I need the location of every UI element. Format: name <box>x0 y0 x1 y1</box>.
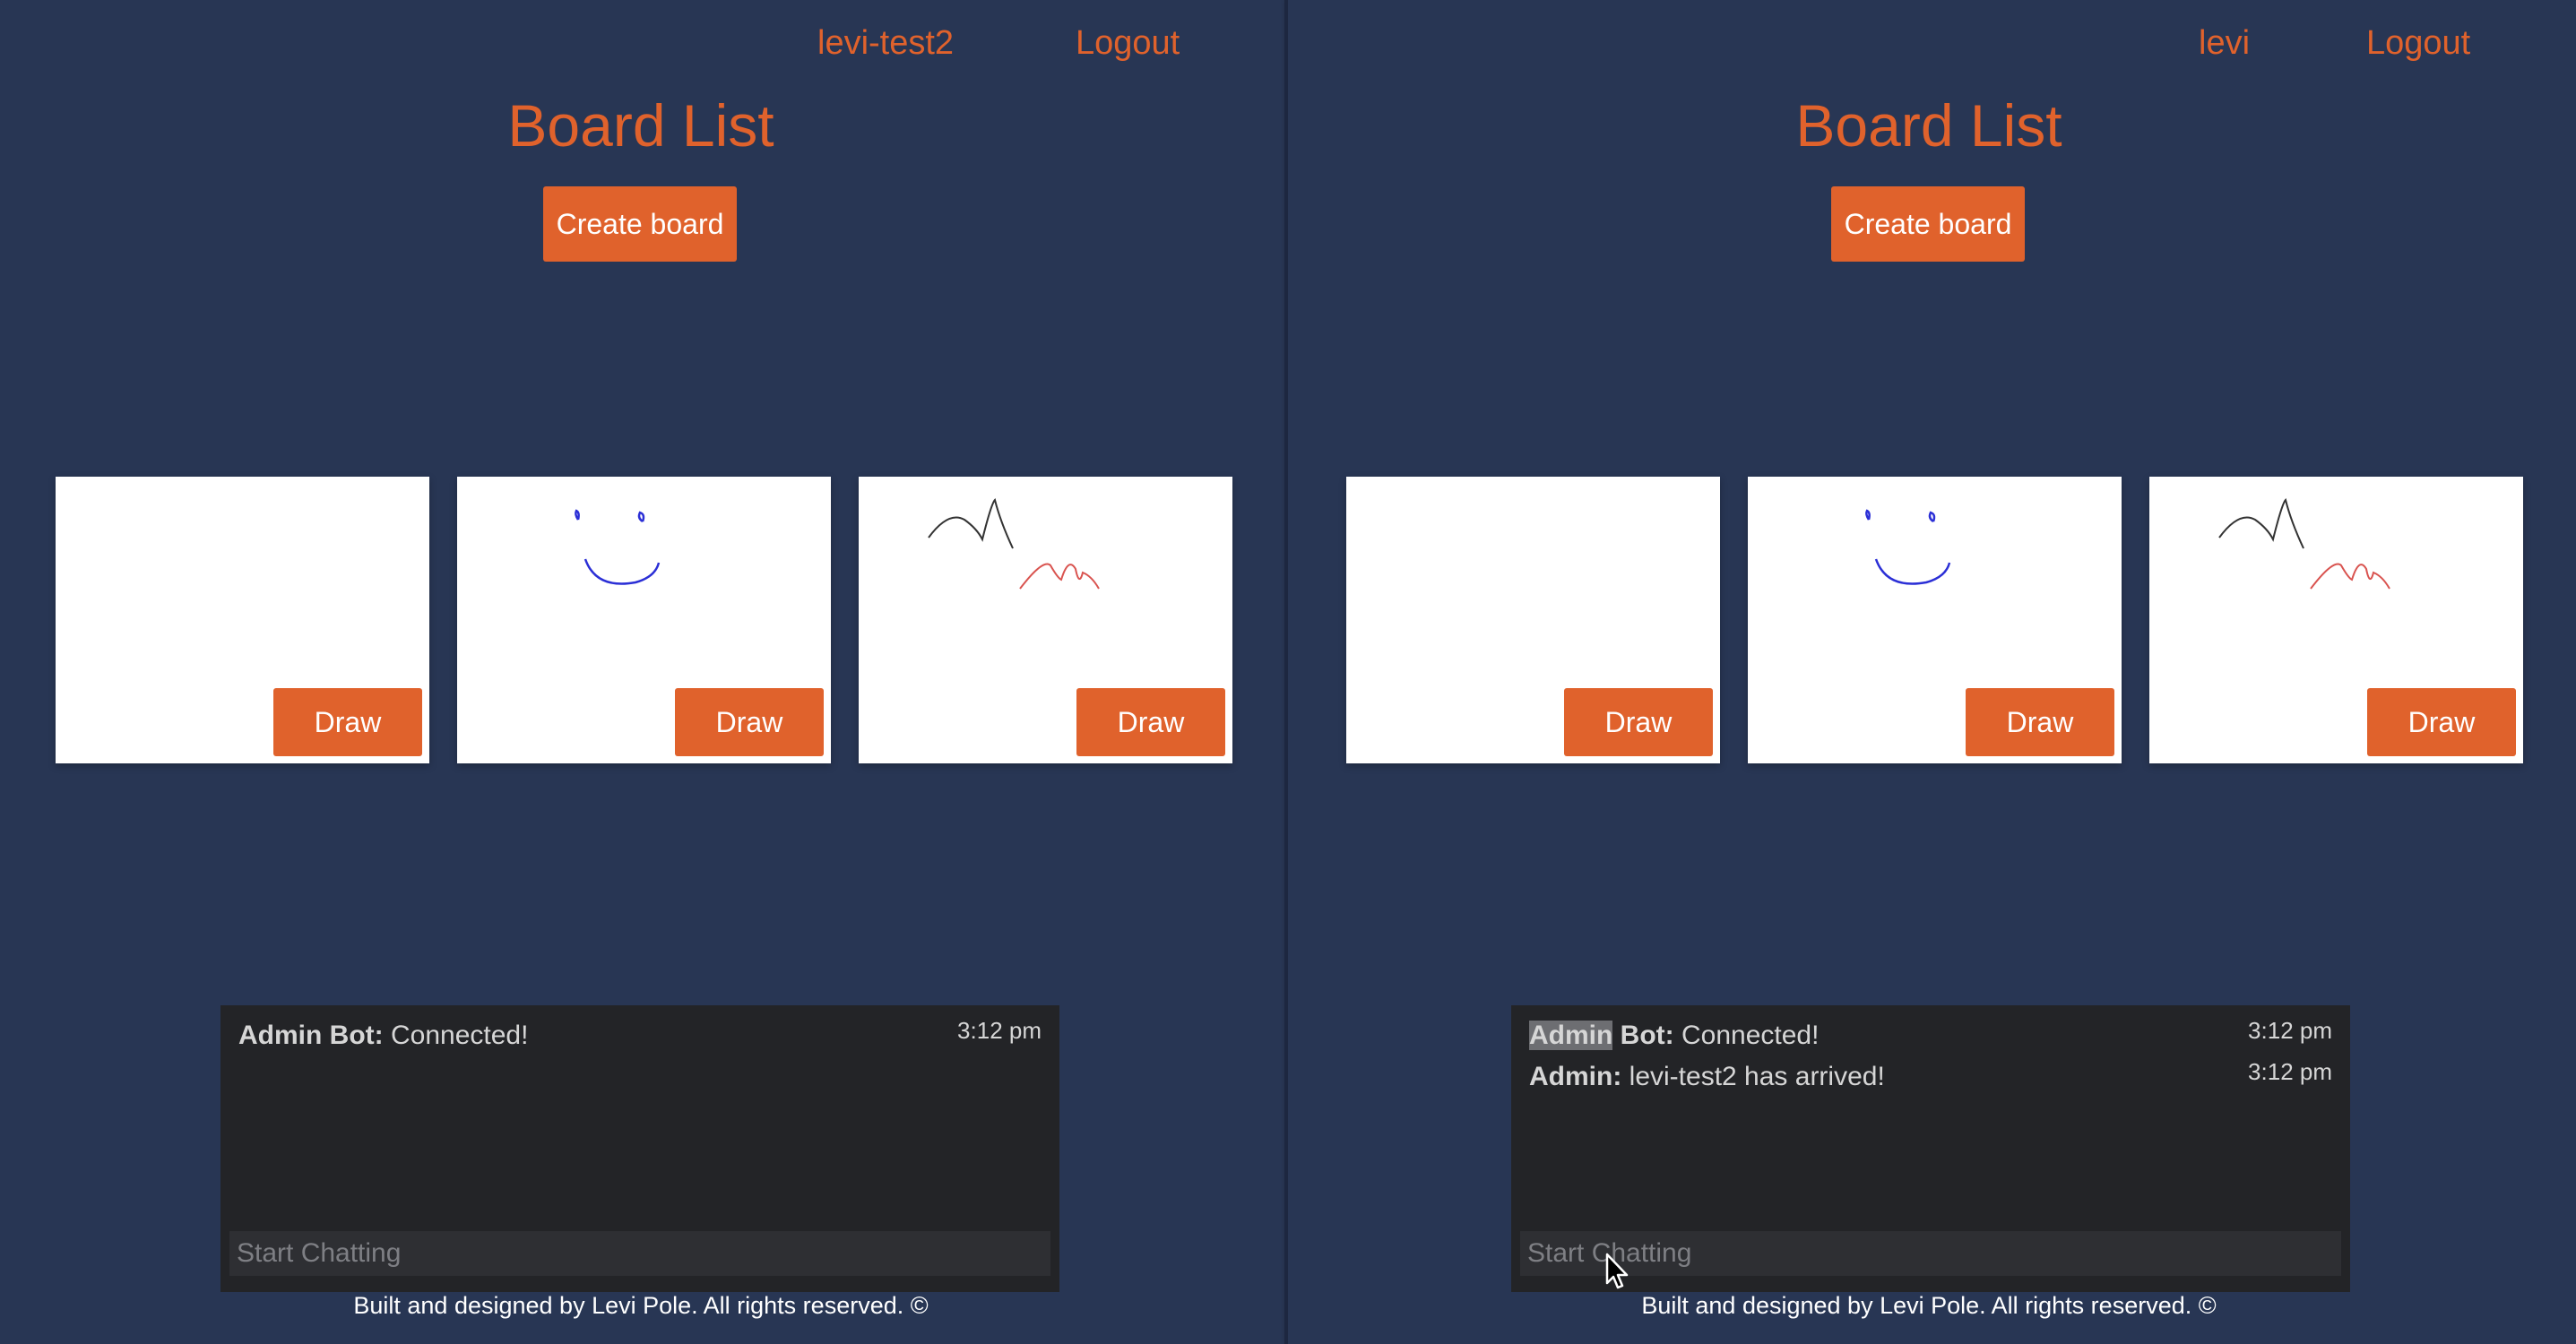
chat-sender: Admin: <box>1529 1062 1622 1091</box>
board-card[interactable]: Draw <box>56 477 429 763</box>
chat-input[interactable] <box>229 1231 1050 1276</box>
draw-button[interactable]: Draw <box>1076 688 1225 756</box>
desktop-screen: levi-test2 Logout Board List Create boar… <box>0 0 2576 1344</box>
chat-input[interactable] <box>1520 1231 2341 1276</box>
chat-timestamp: 3:12 pm <box>2248 1058 2332 1085</box>
arrow-pointer-icon <box>1605 1253 1629 1289</box>
footer-text: Built and designed by Levi Pole. All rig… <box>1641 1292 2217 1319</box>
board-card[interactable]: Draw <box>1346 477 1720 763</box>
chat-text: Connected! <box>1681 1021 1820 1050</box>
board-card[interactable]: Draw <box>2149 477 2523 763</box>
board-card[interactable]: Draw <box>1748 477 2122 763</box>
page-title: Board List <box>1795 92 2062 159</box>
draw-button[interactable]: Draw <box>273 688 422 756</box>
chat-message-list[interactable]: Admin Bot: Connected! 3:12 pm <box>220 1005 1059 1220</box>
create-board-button[interactable]: Create board <box>543 186 737 262</box>
logout-link[interactable]: Logout <box>1076 22 1180 65</box>
chat-panel: Admin Bot: Connected! 3:12 pm Admin: lev… <box>1511 1005 2350 1292</box>
chat-sender: Bot: <box>1612 1021 1674 1050</box>
nav-username[interactable]: levi-test2 <box>817 22 954 65</box>
chat-sender-highlighted: Admin <box>1529 1021 1613 1050</box>
chat-message: Admin: levi-test2 has arrived! 3:12 pm <box>1529 1057 2332 1097</box>
page-title: Board List <box>507 92 774 159</box>
draw-button[interactable]: Draw <box>1966 688 2114 756</box>
draw-button[interactable]: Draw <box>2367 688 2516 756</box>
chat-panel: Admin Bot: Connected! 3:12 pm <box>220 1005 1059 1292</box>
chat-text: Connected! <box>390 1021 529 1050</box>
board-card[interactable]: Draw <box>457 477 831 763</box>
draw-button[interactable]: Draw <box>1564 688 1713 756</box>
chat-text: levi-test2 has arrived! <box>1629 1062 1885 1091</box>
chat-timestamp: 3:12 pm <box>957 1017 1042 1044</box>
nav-username[interactable]: levi <box>2199 22 2250 65</box>
chat-timestamp: 3:12 pm <box>2248 1017 2332 1044</box>
create-board-button[interactable]: Create board <box>1831 186 2025 262</box>
board-card[interactable]: Draw <box>859 477 1232 763</box>
draw-button[interactable]: Draw <box>675 688 824 756</box>
chat-message: Admin Bot: Connected! 3:12 pm <box>238 1016 1042 1055</box>
logout-link[interactable]: Logout <box>2366 22 2470 65</box>
chat-message: Admin Bot: Connected! 3:12 pm <box>1529 1016 2332 1055</box>
chat-message-list[interactable]: Admin Bot: Connected! 3:12 pm Admin: lev… <box>1511 1005 2350 1220</box>
chat-sender: Admin Bot: <box>238 1021 384 1050</box>
browser-window-left: levi-test2 Logout Board List Create boar… <box>0 0 1284 1344</box>
footer-text: Built and designed by Levi Pole. All rig… <box>353 1292 929 1319</box>
browser-window-right: levi Logout Board List Create board Draw… <box>1288 0 2572 1344</box>
